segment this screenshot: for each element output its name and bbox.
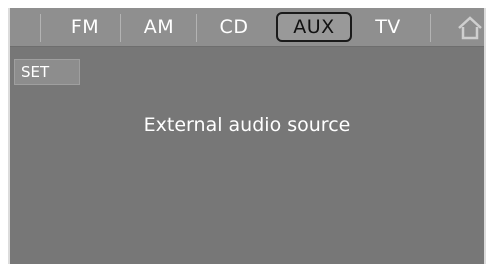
audio-source-status: External audio source xyxy=(143,114,351,136)
tab-divider xyxy=(40,14,41,42)
set-button[interactable]: SET xyxy=(14,59,80,85)
tab-tv[interactable]: TV xyxy=(366,12,410,42)
tab-aux[interactable]: AUX xyxy=(276,12,352,42)
tab-fm[interactable]: FM xyxy=(62,12,108,42)
home-icon[interactable] xyxy=(456,14,484,42)
tab-divider xyxy=(120,14,121,42)
media-screen: FM AM CD AUX TV SET External audio sourc… xyxy=(8,8,486,264)
source-tab-bar: FM AM CD AUX TV xyxy=(10,8,484,47)
tab-cd[interactable]: CD xyxy=(210,12,258,42)
tab-divider xyxy=(430,14,431,42)
tab-divider xyxy=(196,14,197,42)
tab-am[interactable]: AM xyxy=(134,12,184,42)
